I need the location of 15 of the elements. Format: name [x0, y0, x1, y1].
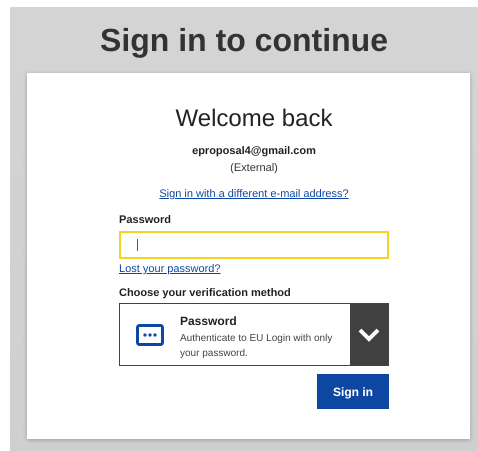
sign-in-button[interactable]: Sign in	[317, 374, 389, 409]
method-title: Password	[180, 314, 238, 328]
card-heading: Welcome back	[174, 105, 334, 133]
page-title: Sign in to continue	[99, 21, 389, 60]
method-description: Authenticate to EU Login with only your password.	[180, 332, 334, 361]
password-dots-icon	[136, 324, 164, 346]
lost-password-link[interactable]: Lost your password?	[119, 263, 220, 275]
email-address: eproposal4@gmail.com	[191, 145, 317, 157]
dropdown-toggle[interactable]	[350, 304, 388, 365]
verification-label: Choose your verification method	[119, 287, 292, 299]
verification-method-select[interactable]: Password Authenticate to EU Login with only your password.	[119, 303, 389, 366]
account-type: (External)	[229, 162, 279, 174]
password-label: Password	[119, 214, 172, 226]
different-email-link[interactable]: Sign in with a different e-mail address?	[159, 188, 349, 200]
password-field[interactable]	[119, 231, 389, 259]
